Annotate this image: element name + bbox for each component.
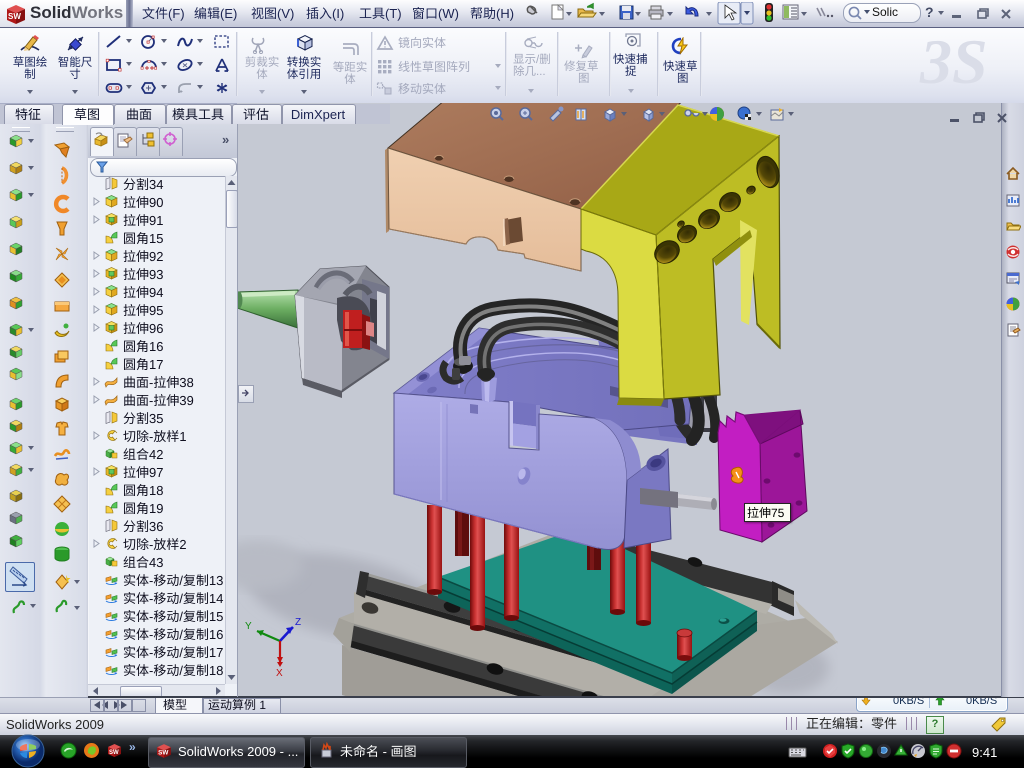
- svg-text:SW: SW: [109, 750, 119, 756]
- svg-text:SW: SW: [158, 750, 168, 757]
- svg-text:Z: Z: [295, 617, 301, 628]
- svg-text:Y: Y: [245, 621, 252, 632]
- svg-text:SW: SW: [8, 12, 21, 21]
- svg-text:X: X: [276, 668, 283, 677]
